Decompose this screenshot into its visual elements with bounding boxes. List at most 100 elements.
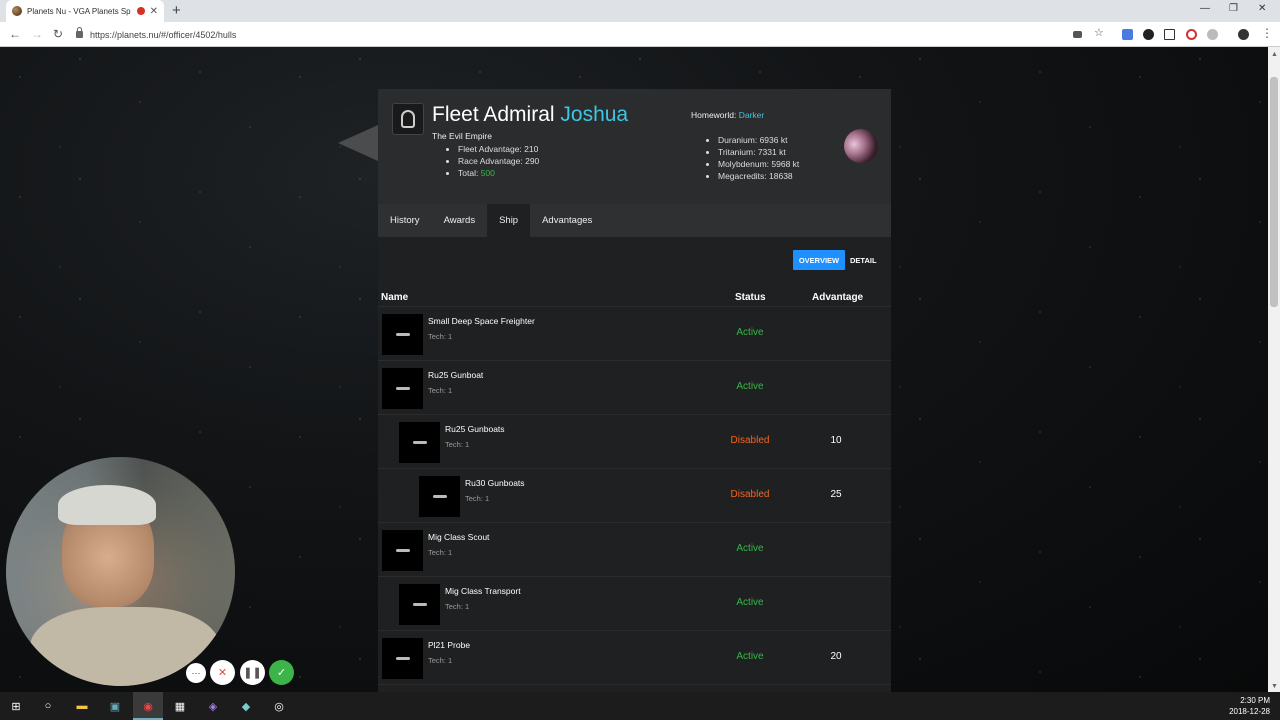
- overview-button[interactable]: OVERVIEW: [793, 250, 845, 270]
- visual-studio-icon[interactable]: ◈: [205, 698, 221, 714]
- officer-header: Fleet Admiral Joshua The Evil Empire Fle…: [378, 89, 891, 204]
- recorder-cancel-button[interactable]: ✕: [210, 660, 235, 685]
- resource-list: Duranium: 6936 kt Tritanium: 7331 kt Mol…: [718, 134, 799, 182]
- hull-tech: Tech: 1: [428, 656, 453, 665]
- page-scrollbar[interactable]: ▲ ▼: [1268, 47, 1280, 692]
- search-circle-icon[interactable]: ○: [40, 698, 56, 714]
- officer-username[interactable]: Joshua: [560, 103, 628, 126]
- resource-megacredits: Megacredits: 18638: [718, 170, 799, 182]
- hull-name[interactable]: Ru25 Gunboat: [428, 370, 483, 380]
- table-row[interactable]: Ru30 Gunboats Tech: 1 Disabled 25: [378, 469, 891, 523]
- extension-icon[interactable]: [1143, 29, 1154, 40]
- camera-icon[interactable]: [1073, 31, 1082, 38]
- profile-avatar[interactable]: [1238, 29, 1249, 40]
- hull-name[interactable]: Ru25 Gunboats: [445, 424, 505, 434]
- officer-race: The Evil Empire: [432, 131, 492, 141]
- hull-tech: Tech: 1: [445, 602, 470, 611]
- record-extension-icon[interactable]: [1186, 29, 1197, 40]
- new-tab-button[interactable]: +: [172, 2, 181, 19]
- hull-advantage: 25: [830, 489, 842, 500]
- recorder-more-button[interactable]: ⋯: [186, 663, 206, 683]
- hull-thumbnail: [399, 584, 440, 625]
- recording-indicator-icon: [136, 7, 145, 15]
- cloud-icon[interactable]: [1207, 29, 1218, 40]
- recorder-done-button[interactable]: ✓: [269, 660, 294, 685]
- ship-icon: [395, 549, 410, 552]
- table-row[interactable]: Ru25 Gunboat Tech: 1 Active: [378, 361, 891, 415]
- tab-advantages[interactable]: Advantages: [530, 204, 604, 237]
- clock-time: 2:30 PM: [1240, 696, 1270, 705]
- scroll-down-arrow-icon[interactable]: ▼: [1271, 683, 1278, 690]
- calculator-icon[interactable]: ▦: [172, 698, 188, 714]
- windows-start-icon[interactable]: ⊞: [8, 698, 24, 714]
- hull-thumbnail: [399, 422, 440, 463]
- hull-name[interactable]: Small Deep Space Freighter: [428, 316, 535, 326]
- translate-icon[interactable]: [1122, 29, 1133, 40]
- forward-arrow-icon[interactable]: →: [31, 27, 43, 41]
- scroll-up-arrow-icon[interactable]: ▲: [1271, 51, 1278, 58]
- hull-status: Active: [736, 651, 764, 662]
- homeworld-link[interactable]: Darker: [739, 110, 765, 120]
- browser-toolbar: ← → ↻ https://planets.nu/#/officer/4502/…: [0, 22, 1280, 47]
- resource-duranium: Duranium: 6936 kt: [718, 134, 799, 146]
- ship-icon: [412, 603, 427, 606]
- total-label: Total:: [458, 168, 479, 178]
- table-row[interactable]: Mig Class Scout Tech: 1 Active: [378, 523, 891, 577]
- tab-awards[interactable]: Awards: [432, 204, 488, 237]
- table-row[interactable]: Pl21 Probe Tech: 1 Active 20: [378, 631, 891, 685]
- helmet-icon: [401, 110, 415, 128]
- address-bar[interactable]: https://planets.nu/#/officer/4502/hulls: [76, 25, 1116, 44]
- chrome-icon[interactable]: ◉: [140, 698, 156, 714]
- detail-button[interactable]: DETAIL: [850, 250, 877, 270]
- hull-name[interactable]: Ru30 Gunboats: [465, 478, 525, 488]
- hull-name[interactable]: Pl21 Probe: [428, 640, 470, 650]
- hull-tech: Tech: 1: [428, 548, 453, 557]
- hull-advantage: 20: [830, 651, 842, 662]
- maximize-button[interactable]: ❐: [1229, 3, 1238, 14]
- hull-name[interactable]: Mig Class Transport: [445, 586, 521, 596]
- hull-tech: Tech: 1: [428, 386, 453, 395]
- scroll-thumb[interactable]: [1270, 77, 1278, 307]
- hull-status: Active: [736, 543, 764, 554]
- screenshot-icon[interactable]: [1164, 29, 1175, 40]
- app-icon[interactable]: ◆: [238, 698, 254, 714]
- hull-advantage: 10: [830, 435, 842, 446]
- reload-icon[interactable]: ↻: [53, 27, 63, 41]
- table-row[interactable]: Small Deep Space Freighter Tech: 1 Active: [378, 307, 891, 361]
- hull-thumbnail: [419, 476, 460, 517]
- close-window-button[interactable]: ✕: [1258, 3, 1266, 14]
- network-app-icon[interactable]: ▣: [107, 698, 123, 714]
- system-clock[interactable]: 2:30 PM 2018-12-28: [1229, 695, 1270, 717]
- menu-icon[interactable]: ⋮: [1261, 26, 1273, 40]
- minimize-button[interactable]: —: [1200, 3, 1210, 14]
- hull-status: Active: [736, 597, 764, 608]
- race-advantage: Race Advantage: 290: [458, 155, 539, 167]
- hull-name[interactable]: Mig Class Scout: [428, 532, 489, 542]
- officer-avatar: [392, 103, 424, 135]
- browser-tab[interactable]: Planets Nu - VGA Planets Sp ✕: [6, 0, 164, 22]
- file-explorer-icon[interactable]: ▬: [74, 698, 90, 714]
- hull-thumbnail: [382, 638, 423, 679]
- tab-history[interactable]: History: [378, 204, 432, 237]
- lock-icon: [76, 27, 83, 38]
- table-row[interactable]: Ru25 Gunboats Tech: 1 Disabled 10: [378, 415, 891, 469]
- tab-title: Planets Nu - VGA Planets Sp: [27, 6, 131, 16]
- officer-name: Fleet Admiral Joshua: [432, 103, 628, 127]
- recorder-app-icon[interactable]: ◎: [271, 698, 287, 714]
- hull-thumbnail: [382, 530, 423, 571]
- ship-icon: [395, 657, 410, 660]
- table-row[interactable]: Mig Class Transport Tech: 1 Active: [378, 577, 891, 631]
- recorder-pause-button[interactable]: ❚❚: [240, 660, 265, 685]
- ship-icon: [432, 495, 447, 498]
- hull-status: Disabled: [730, 435, 770, 446]
- column-name: Name: [381, 292, 409, 303]
- hull-status: Disabled: [730, 489, 770, 500]
- tab-ship[interactable]: Ship: [487, 204, 531, 237]
- back-arrow-icon[interactable]: ←: [9, 27, 21, 41]
- hull-tech: Tech: 1: [465, 494, 490, 503]
- windows-taskbar: ⊞ ○ ▬ ▣ ◉ ▦ ◈ ◆ ◎ 2:30 PM 2018-12-28: [0, 692, 1280, 720]
- bookmark-star-icon[interactable]: ☆: [1094, 26, 1104, 39]
- tab-close-icon[interactable]: ✕: [150, 6, 158, 17]
- hull-thumbnail: [382, 314, 423, 355]
- webcam-overlay: [6, 457, 235, 686]
